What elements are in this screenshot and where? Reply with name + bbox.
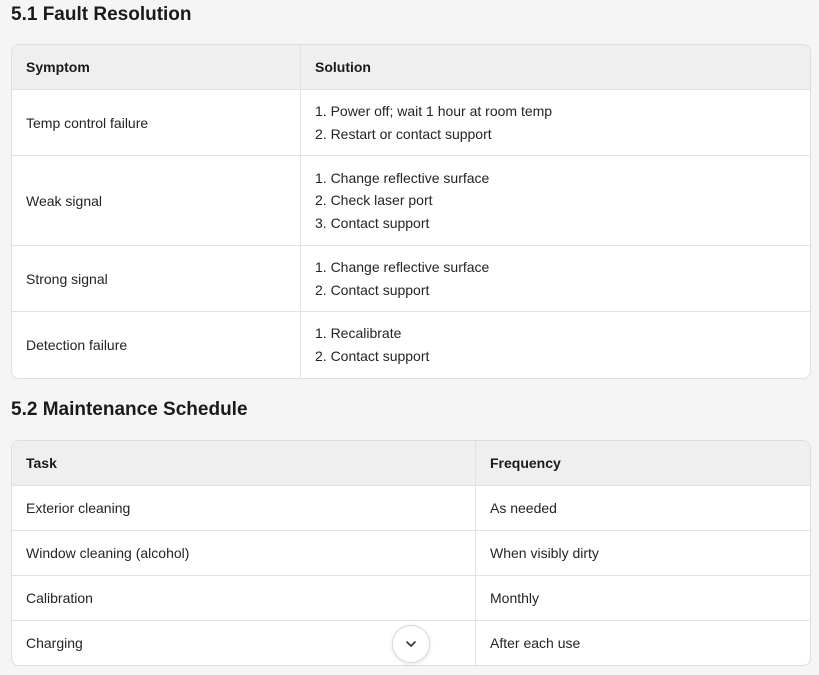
solution-step: 3. Contact support	[315, 214, 430, 231]
solution-step: 1. Change reflective surface	[315, 169, 490, 186]
frequency-cell: When visibly dirty	[475, 530, 810, 576]
document-page: 5.1 Fault Resolution Symptom Solution Te…	[0, 0, 819, 675]
symptom-cell: Weak signal	[12, 155, 301, 246]
task-cell: Calibration	[12, 575, 476, 621]
solution-cell: 1. Power off; wait 1 hour at room temp 2…	[300, 89, 810, 156]
column-header-solution: Solution	[300, 45, 810, 90]
chevron-down-icon	[406, 641, 416, 647]
table-row: Strong signal 1. Change reflective surfa…	[12, 245, 810, 312]
table-header-row: Symptom Solution	[12, 45, 810, 90]
table-row: Exterior cleaning As needed	[12, 485, 810, 531]
solution-step: 2. Restart or contact support	[315, 125, 492, 142]
table-row: Calibration Monthly	[12, 575, 810, 621]
table-row: Window cleaning (alcohol) When visibly d…	[12, 530, 810, 576]
section-title-maintenance-schedule: 5.2 Maintenance Schedule	[11, 399, 248, 420]
frequency-cell: As needed	[475, 485, 810, 531]
symptom-cell: Temp control failure	[12, 89, 301, 156]
section-title-fault-resolution: 5.1 Fault Resolution	[11, 4, 192, 25]
solution-cell: 1. Change reflective surface 2. Contact …	[300, 245, 810, 312]
frequency-cell: Monthly	[475, 575, 810, 621]
solution-step: 2. Contact support	[315, 281, 430, 298]
table-row: Temp control failure 1. Power off; wait …	[12, 89, 810, 156]
frequency-cell: After each use	[475, 620, 810, 665]
solution-cell: 1. Change reflective surface 2. Check la…	[300, 155, 810, 246]
table-header-row: Task Frequency	[12, 441, 810, 486]
solution-step: 2. Check laser port	[315, 192, 433, 209]
solution-step: 2. Contact support	[315, 347, 430, 364]
column-header-symptom: Symptom	[12, 45, 301, 90]
column-header-task: Task	[12, 441, 476, 486]
solution-step: 1. Recalibrate	[315, 325, 402, 342]
column-header-frequency: Frequency	[475, 441, 810, 486]
table-row: Weak signal 1. Change reflective surface…	[12, 155, 810, 246]
solution-step: 1. Change reflective surface	[315, 259, 490, 275]
symptom-cell: Detection failure	[12, 311, 301, 378]
task-cell: Window cleaning (alcohol)	[12, 530, 476, 576]
task-cell: Exterior cleaning	[12, 485, 476, 531]
fault-resolution-table: Symptom Solution Temp control failure 1.…	[11, 44, 811, 379]
solution-cell: 1. Recalibrate 2. Contact support	[300, 311, 810, 378]
scroll-down-button[interactable]	[392, 625, 430, 663]
symptom-cell: Strong signal	[12, 245, 301, 312]
solution-step: 1. Power off; wait 1 hour at room temp	[315, 103, 553, 119]
table-row: Detection failure 1. Recalibrate 2. Cont…	[12, 311, 810, 378]
